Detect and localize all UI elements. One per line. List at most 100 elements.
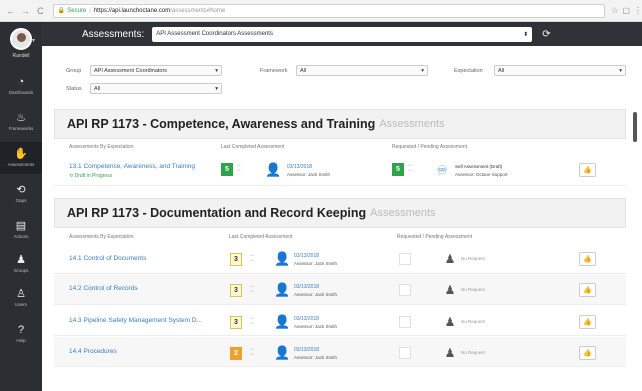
sidebar-item-dashboards[interactable]: ◔ Dashboards [0, 70, 42, 102]
request-status: No Request [461, 350, 485, 355]
frameworks-icon: ♨ [16, 112, 26, 124]
expectation-link[interactable]: 14.3 Pipeline Safety Management System D… [69, 317, 202, 324]
section-title: API RP 1173 - Competence, Awareness and … [67, 117, 376, 131]
chevron-down-icon: ▾ [215, 85, 218, 92]
assessor-name: Assessor: Jack Smith [294, 292, 338, 297]
user-icon: 👤 [274, 282, 291, 297]
user-icon: 👤 [265, 162, 282, 177]
column-header-expectation: Assessments By Expectation [69, 234, 134, 240]
assess-button[interactable]: 👍 [579, 163, 596, 177]
help-icon: ? [17, 324, 25, 336]
section-header: API RP 1173 - Documentation and Record K… [54, 198, 626, 228]
gaps-icon: ⟲ [16, 184, 26, 196]
assessor-name: Assessor: Jack Smith [287, 172, 331, 177]
score-badge[interactable]: 2 [230, 347, 242, 360]
sidebar: ▾ Randell ◔ Dashboards ♨ Frameworks ✋ As… [0, 22, 42, 391]
refresh-icon[interactable]: ⟳ [542, 29, 550, 40]
self-assessment-icon: ♾ [436, 163, 448, 177]
thumbs-up-icon: 👍 [583, 256, 592, 263]
assessor-name: Assessor: Jack Smith [294, 355, 338, 360]
thumbs-up-icon: 👍 [583, 350, 592, 357]
dashboard-icon: ◔ [17, 76, 25, 88]
forward-button[interactable]: → [21, 6, 30, 16]
assess-button[interactable]: 👍 [579, 315, 596, 329]
assess-button[interactable]: 👍 [579, 252, 596, 266]
chevron-down-icon: ▾ [421, 67, 424, 74]
chevron-down-icon[interactable]: ▾ [32, 37, 35, 44]
score-badge[interactable]: 3 [230, 253, 242, 266]
expectation-link[interactable]: 14.4 Procedures [69, 348, 117, 355]
section-title: API RP 1173 - Documentation and Record K… [67, 206, 367, 220]
sidebar-item-help[interactable]: ? Help [0, 318, 42, 350]
filter-bar: Group API Assessment Coordinators ▾ Frame… [42, 46, 642, 102]
user-menu[interactable]: ▾ Randell [0, 28, 42, 68]
assessment-date[interactable]: 03/13/2018 [294, 284, 319, 290]
score-badge[interactable]: 3 [230, 316, 242, 329]
draft-status: ⟲ Draft in Progress [69, 173, 113, 179]
user-icon: 👤 [274, 251, 291, 266]
assessor-name: Assessor: Jack Smith [294, 261, 338, 266]
menu-icon[interactable]: ⋮ [634, 6, 642, 15]
user-icon: ♟ [444, 315, 456, 329]
expectation-select[interactable]: All ▾ [494, 65, 626, 76]
grid-icon: ▫▫ ▫▫ [408, 163, 412, 174]
assess-button[interactable]: 👍 [579, 346, 596, 360]
assessment-list: API RP 1173 - Competence, Awareness and … [54, 102, 634, 391]
secure-label: Secure [67, 7, 87, 14]
grid-icon: ▫▫ ▫▫ [250, 347, 254, 358]
status-select[interactable]: All ▾ [90, 83, 222, 94]
groups-icon: ♟ [16, 254, 26, 266]
user-icon: ♟ [444, 252, 456, 266]
score-badge[interactable]: 3 [230, 284, 242, 297]
column-header-expectation: Assessments By Expectation [69, 144, 134, 150]
table-row: 14.1 Control of Documents 3 ▫▫ ▫▫ 👤 03/13… [54, 244, 626, 274]
column-header-last-completed: Last Completed Assessment [229, 234, 293, 240]
sidebar-item-groups[interactable]: ♟ Groups [0, 248, 42, 280]
back-button[interactable]: ← [6, 6, 15, 16]
group-select[interactable]: API Assessment Coordinators ▾ [90, 65, 222, 76]
reload-button[interactable]: C [36, 6, 45, 16]
requested-score-badge[interactable]: 5 [392, 163, 404, 176]
score-badge[interactable]: 5 [221, 163, 233, 176]
thumbs-up-icon: 👍 [583, 167, 592, 174]
request-placeholder [399, 347, 411, 359]
expectation-link[interactable]: 14.2 Control of Records [69, 285, 138, 292]
assessment-date[interactable]: 03/13/2018 [287, 164, 312, 170]
column-header-pending: Requested / Pending Assessment [392, 144, 468, 150]
sidebar-item-gaps[interactable]: ⟲ Gaps [0, 178, 42, 210]
assess-button[interactable]: 👍 [579, 283, 596, 297]
chevron-down-icon: ⬍ [523, 31, 529, 38]
chevron-down-icon: ▾ [215, 67, 218, 74]
table-row: 14.3 Pipeline Safety Management System D… [54, 306, 626, 336]
assessment-date[interactable]: 03/13/2018 [294, 316, 319, 322]
request-status: No Request [461, 287, 485, 292]
status-label: Status [66, 86, 82, 92]
request-placeholder [399, 284, 411, 296]
grid-icon: ▫▫ ▫▫ [250, 253, 254, 264]
sidebar-item-users[interactable]: ♙ Users [0, 282, 42, 314]
extension-icon[interactable]: ▢ [622, 6, 630, 15]
thumbs-up-icon: 👍 [583, 287, 592, 294]
section-subtitle: Assessments [370, 207, 436, 219]
expectation-label: Expectation [454, 68, 483, 74]
table-row: 14.4 Procedures 2 ▫▫ ▫▫ 👤 03/13/2018 Asse… [54, 337, 626, 367]
star-icon[interactable]: ☆ [611, 6, 618, 15]
thumbs-up-icon: ✋ [14, 148, 28, 160]
assessment-set-select[interactable]: API Assessment Coordinators Assessments … [152, 26, 533, 42]
assessment-date[interactable]: 03/13/2018 [294, 347, 319, 353]
assessment-date[interactable]: 03/13/2018 [294, 253, 319, 259]
page-title: Assessments: [82, 28, 145, 40]
user-icon: 👤 [274, 345, 291, 360]
expectation-link[interactable]: 13.1 Competence, Awareness, and Training [69, 163, 195, 170]
sidebar-item-frameworks[interactable]: ♨ Frameworks [0, 106, 42, 138]
avatar[interactable] [10, 28, 32, 50]
chevron-down-icon: ▾ [619, 67, 622, 74]
expectation-link[interactable]: 14.1 Control of Documents [69, 255, 146, 262]
sidebar-item-actions[interactable]: ▤ Actions [0, 214, 42, 246]
request-placeholder [399, 253, 411, 265]
browser-toolbar: ← → C 🔒 Secure | https://api.launchoctan… [0, 0, 642, 22]
address-bar[interactable]: 🔒 Secure | https://api.launchoctane.com … [52, 3, 606, 18]
user-icon: 👤 [274, 314, 291, 329]
sidebar-item-assessments[interactable]: ✋ Assessments [0, 142, 42, 174]
framework-select[interactable]: All ▾ [296, 65, 428, 76]
